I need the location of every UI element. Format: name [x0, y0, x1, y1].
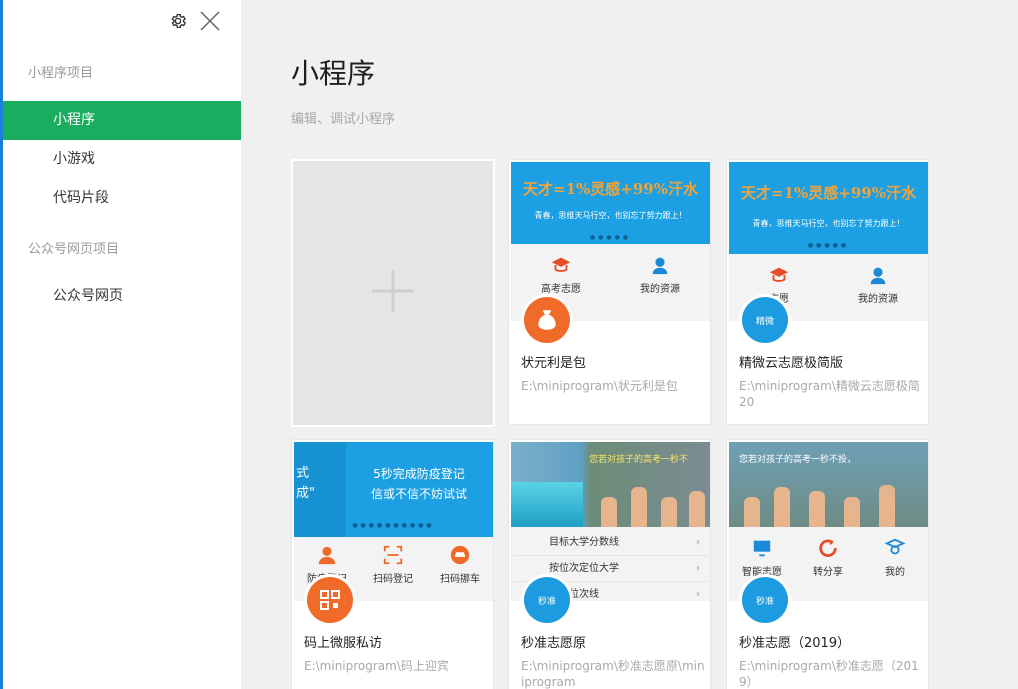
main-panel: 小程序 编辑、调试小程序 天才=1%灵感+99%汗水 青春，思维天马行空，也别忘… [241, 0, 1018, 689]
pool-image [511, 482, 583, 527]
banner-title: 天才=1%灵感+99%汗水 [741, 184, 916, 202]
project-avatar: 秒准 [739, 574, 791, 626]
project-path: E:\miniprogram\码上迎宾 [304, 659, 449, 673]
student-icon [652, 257, 668, 275]
chevron-right-icon: › [696, 537, 700, 548]
thumbnail-banner: 式成" 5秒完成防疫登记 信或不信不妨试试 ●●●●●●●●●● [294, 442, 493, 537]
plus-icon [370, 268, 416, 318]
thumbnail-photo: 您若对孩子的高考一秒不投， [729, 442, 928, 527]
carousel-dots: ●●●●● [807, 242, 850, 249]
banner-title: 天才=1%灵感+99%汗水 [523, 180, 698, 198]
qr-code-icon [307, 577, 353, 623]
project-avatar [521, 294, 573, 346]
thumbnail-banner: 天才=1%灵感+99%汗水 青春，思维天马行空，也别忘了努力跟上！ ●●●●● [511, 162, 710, 244]
new-project-card[interactable] [291, 159, 495, 427]
carousel-dots: ●●●●● [589, 234, 632, 241]
avatar-text: 秒准 [524, 577, 570, 623]
sidebar-item-code-snippet[interactable]: 代码片段 [3, 179, 241, 218]
sidebar: 小程序项目 小程序 小游戏 代码片段 公众号网页项目 公众号网页 [0, 0, 241, 689]
quick-entry-label: 扫码挪车 [440, 574, 480, 585]
quick-entry: 转分享 [795, 537, 861, 578]
project-path: E:\miniprogram\秒准志愿（2019） [739, 659, 919, 689]
scan-icon [383, 545, 403, 565]
sidebar-item-minigame[interactable]: 小游戏 [3, 140, 241, 179]
project-card[interactable]: 天才=1%灵感+99%汗水 青春，思维天马行空，也别忘了努力跟上！ ●●●●● … [508, 159, 711, 425]
sidebar-toolbar [168, 9, 222, 33]
graduation-cap-icon [769, 267, 789, 282]
photo-text: 您若对孩子的高考一秒不投， [739, 455, 857, 465]
project-path: E:\miniprogram\精微云志愿极简20 [739, 379, 920, 409]
page-title: 小程序 [291, 57, 376, 90]
quick-entry-label: 我的资源 [858, 294, 898, 305]
project-avatar [304, 574, 356, 626]
banner-right-text: 5秒完成防疫登记 信或不信不妨试试 [370, 467, 467, 501]
thumbs-up-hand [744, 497, 760, 527]
list-item-label: 目标大学分数线 [549, 537, 619, 548]
sidebar-item-miniprogram[interactable]: 小程序 [3, 101, 241, 140]
project-card[interactable]: 您若对孩子的高考一秒不 目标大学分数线 › 按位次定位大学 › 分数位次线 › 秒准 … [508, 439, 711, 689]
thumbs-up-hand [601, 497, 617, 527]
banner-subtitle: 青春，思维天马行空，也别忘了努力跟上！ [752, 219, 905, 228]
list-item: 目标大学分数线 › [513, 530, 708, 556]
project-path: E:\miniprogram\秒准志愿原\miniprogram [521, 659, 705, 689]
project-name: 精微云志愿极简版 [739, 356, 844, 371]
section-label-miniprogram: 小程序项目 [28, 66, 94, 81]
quick-entry-label: 我的 [885, 567, 905, 578]
quick-entry: 我的 [862, 537, 928, 578]
quick-entry-label: 扫码登记 [373, 574, 413, 585]
project-name: 码上微服私访 [304, 636, 383, 651]
thumbs-up-hand [879, 485, 895, 527]
gear-icon[interactable] [168, 11, 188, 31]
monitor-icon [753, 540, 771, 557]
project-avatar: 秒准 [521, 574, 573, 626]
project-path: E:\miniprogram\状元利是包 [521, 379, 678, 393]
quick-entry-label: 转分享 [813, 567, 843, 578]
money-bag-icon [524, 297, 570, 343]
project-card[interactable]: 您若对孩子的高考一秒不投， 智能志愿 转分享 我的 秒准 秒准志愿（2019） … [726, 439, 929, 689]
banner-subtitle: 青春，思维天马行空，也别忘了努力跟上！ [534, 211, 687, 220]
thumbs-up-hand [774, 487, 790, 527]
chevron-right-icon: › [696, 589, 700, 600]
chevron-right-icon: › [696, 563, 700, 574]
thumbs-up-hand [809, 491, 825, 527]
photo-text: 您若对孩子的高考一秒不 [589, 455, 689, 465]
student-icon [870, 267, 886, 285]
quick-entry: 我的资源 [615, 254, 705, 295]
project-name: 状元利是包 [521, 356, 587, 371]
share-icon [819, 539, 837, 557]
thumbs-up-hand [689, 491, 705, 527]
avatar-text: 精微 [742, 297, 788, 343]
close-icon[interactable] [198, 9, 222, 33]
carousel-dots: ●●●●●●●●●● [352, 522, 435, 529]
project-avatar: 精微 [739, 294, 791, 346]
thumbnail-banner: 天才=1%灵感+99%汗水 青春，思维天马行空，也别忘了努力跟上！ ●●●●● [729, 162, 928, 254]
graduation-cap-icon [551, 257, 571, 272]
quick-entry: 扫码登记 [360, 544, 426, 585]
person-icon [318, 546, 336, 565]
thumbnail-photo: 您若对孩子的高考一秒不 [511, 442, 710, 527]
quick-entry: 高考志愿 [516, 254, 606, 295]
thumbs-up-hand [661, 497, 677, 527]
project-card[interactable]: 天才=1%灵感+99%汗水 青春，思维天马行空，也别忘了努力跟上！ ●●●●● … [726, 159, 929, 425]
project-card[interactable]: 式成" 5秒完成防疫登记信或不信不妨试试 ●●●●●●●●●● 防疫登记 扫码登… [291, 439, 494, 689]
thumbs-up-hand [631, 487, 647, 527]
student-icon [884, 538, 906, 555]
car-icon [450, 545, 470, 565]
thumbs-up-hand [844, 497, 860, 527]
sidebar-item-official-webpage[interactable]: 公众号网页 [3, 277, 241, 316]
quick-entry: 智能志愿 [729, 537, 795, 578]
quick-entry: 我的资源 [833, 264, 923, 305]
quick-entry: 扫码挪车 [427, 544, 493, 585]
project-name: 秒准志愿原 [521, 636, 587, 651]
avatar-text: 秒准 [742, 577, 788, 623]
page-subtitle: 编辑、调试小程序 [291, 112, 396, 127]
quick-entry-label: 我的资源 [640, 284, 680, 295]
project-name: 秒准志愿（2019） [739, 636, 851, 651]
section-label-official-account: 公众号网页项目 [28, 242, 120, 257]
list-item-label: 按位次定位大学 [549, 563, 619, 574]
